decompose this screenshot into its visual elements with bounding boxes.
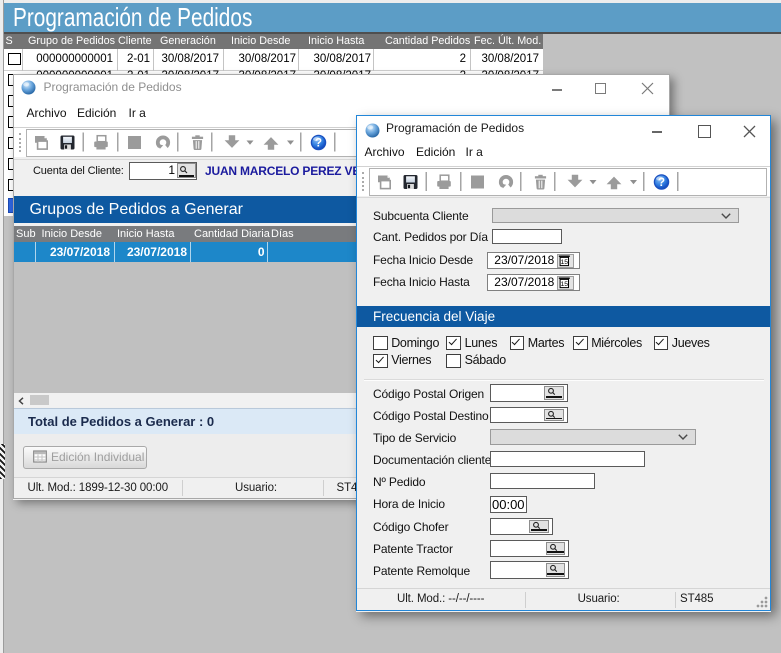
svg-text:15: 15 <box>560 281 568 288</box>
svg-text:15: 15 <box>560 259 568 266</box>
